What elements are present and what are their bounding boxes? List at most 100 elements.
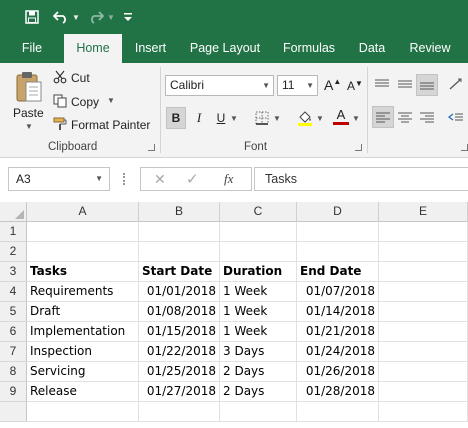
cell-b10[interactable] — [139, 402, 220, 422]
customize-qat-icon[interactable] — [122, 7, 134, 27]
cell-d7[interactable]: 01/24/2018 — [297, 342, 379, 362]
cell-d5[interactable]: 01/14/2018 — [297, 302, 379, 322]
cut-button[interactable]: Cut — [71, 71, 90, 85]
cell-b5[interactable]: 01/08/2018 — [139, 302, 220, 322]
copy-icon[interactable] — [52, 93, 68, 109]
font-size-combo[interactable]: 11 ▼ — [277, 75, 318, 96]
clipboard-launcher-icon[interactable] — [148, 144, 155, 151]
format-painter-icon[interactable] — [52, 116, 68, 132]
cell-c6[interactable]: 1 Week — [220, 322, 297, 342]
insert-function-icon[interactable]: fx — [224, 171, 233, 187]
cut-icon[interactable] — [52, 69, 68, 85]
cell-a8[interactable]: Servicing — [27, 362, 139, 382]
cell-e5[interactable] — [379, 302, 468, 322]
tab-formulas[interactable]: Formulas — [277, 34, 341, 63]
cell-b9[interactable]: 01/27/2018 — [139, 382, 220, 402]
cell-d2[interactable] — [297, 242, 379, 262]
copy-dropdown-icon[interactable]: ▼ — [107, 96, 115, 105]
cell-e6[interactable] — [379, 322, 468, 342]
fill-color-icon[interactable] — [295, 107, 315, 129]
cell-b6[interactable]: 01/15/2018 — [139, 322, 220, 342]
font-launcher-icon[interactable] — [355, 144, 362, 151]
name-box[interactable]: A3 ▼ — [8, 167, 110, 191]
font-name-combo[interactable]: Calibri ▼ — [165, 75, 274, 96]
cell-c7[interactable]: 3 Days — [220, 342, 297, 362]
paste-icon[interactable] — [12, 69, 46, 105]
tab-data[interactable]: Data — [351, 34, 393, 63]
row-header[interactable]: 5 — [0, 302, 27, 322]
cell-e9[interactable] — [379, 382, 468, 402]
borders-dropdown-icon[interactable]: ▼ — [272, 107, 282, 129]
paste-button[interactable]: Paste — [13, 106, 44, 120]
cell-c3[interactable]: Duration — [220, 262, 297, 282]
row-header[interactable]: 6 — [0, 322, 27, 342]
cell-e8[interactable] — [379, 362, 468, 382]
align-left-icon[interactable] — [372, 106, 394, 128]
grow-font-button[interactable]: A▲ — [324, 77, 341, 93]
cell-d4[interactable]: 01/07/2018 — [297, 282, 379, 302]
cell-a2[interactable] — [27, 242, 139, 262]
row-header[interactable]: 7 — [0, 342, 27, 362]
align-right-icon[interactable] — [417, 107, 437, 127]
tab-home[interactable]: Home — [64, 34, 122, 63]
cell-a6[interactable]: Implementation — [27, 322, 139, 342]
font-color-dropdown-icon[interactable]: ▼ — [351, 107, 361, 129]
cell-e2[interactable] — [379, 242, 468, 262]
bold-button[interactable]: B — [166, 107, 186, 129]
cell-d9[interactable]: 01/28/2018 — [297, 382, 379, 402]
underline-dropdown-icon[interactable]: ▼ — [229, 107, 239, 129]
align-middle-icon[interactable] — [395, 74, 415, 94]
row-header[interactable]: 1 — [0, 222, 27, 242]
row-header[interactable]: 3 — [0, 262, 27, 282]
cell-a4[interactable]: Requirements — [27, 282, 139, 302]
tab-insert[interactable]: Insert — [127, 34, 174, 63]
font-color-icon[interactable]: A — [331, 105, 351, 127]
cell-a7[interactable]: Inspection — [27, 342, 139, 362]
cell-a9[interactable]: Release — [27, 382, 139, 402]
align-bottom-icon[interactable] — [416, 74, 438, 96]
decrease-indent-icon[interactable] — [446, 107, 466, 127]
cell-a10[interactable] — [27, 402, 139, 422]
cell-c1[interactable] — [220, 222, 297, 242]
enter-icon[interactable]: ✓ — [186, 170, 199, 188]
cell-b4[interactable]: 01/01/2018 — [139, 282, 220, 302]
save-icon[interactable] — [22, 7, 42, 27]
cell-d10[interactable] — [297, 402, 379, 422]
row-header[interactable]: 2 — [0, 242, 27, 262]
align-center-icon[interactable] — [395, 107, 415, 127]
italic-button[interactable]: I — [189, 107, 209, 129]
cell-d1[interactable] — [297, 222, 379, 242]
cell-c4[interactable]: 1 Week — [220, 282, 297, 302]
cell-c2[interactable] — [220, 242, 297, 262]
cell-a5[interactable]: Draft — [27, 302, 139, 322]
cancel-icon[interactable]: ✕ — [154, 171, 166, 188]
tab-file[interactable]: File — [11, 34, 53, 63]
cell-c5[interactable]: 1 Week — [220, 302, 297, 322]
cell-c9[interactable]: 2 Days — [220, 382, 297, 402]
column-header-b[interactable]: B — [139, 202, 220, 222]
cell-e1[interactable] — [379, 222, 468, 242]
cell-a1[interactable] — [27, 222, 139, 242]
cell-b1[interactable] — [139, 222, 220, 242]
undo-icon[interactable] — [52, 7, 70, 27]
cell-a3[interactable]: Tasks — [27, 262, 139, 282]
row-header[interactable] — [0, 402, 27, 422]
row-header[interactable]: 8 — [0, 362, 27, 382]
tab-review[interactable]: Review — [403, 34, 457, 63]
column-header-d[interactable]: D — [297, 202, 379, 222]
column-header-a[interactable]: A — [27, 202, 139, 222]
copy-button[interactable]: Copy — [71, 95, 99, 109]
undo-dropdown-icon[interactable]: ▼ — [72, 7, 80, 27]
fill-color-dropdown-icon[interactable]: ▼ — [315, 107, 325, 129]
row-header[interactable]: 4 — [0, 282, 27, 302]
formula-input[interactable]: Tasks — [254, 167, 468, 191]
cell-b7[interactable]: 01/22/2018 — [139, 342, 220, 362]
cell-d8[interactable]: 01/26/2018 — [297, 362, 379, 382]
cell-b8[interactable]: 01/25/2018 — [139, 362, 220, 382]
cell-d6[interactable]: 01/21/2018 — [297, 322, 379, 342]
cell-e3[interactable] — [379, 262, 468, 282]
cell-b2[interactable] — [139, 242, 220, 262]
cell-e4[interactable] — [379, 282, 468, 302]
row-header[interactable]: 9 — [0, 382, 27, 402]
column-header-c[interactable]: C — [220, 202, 297, 222]
